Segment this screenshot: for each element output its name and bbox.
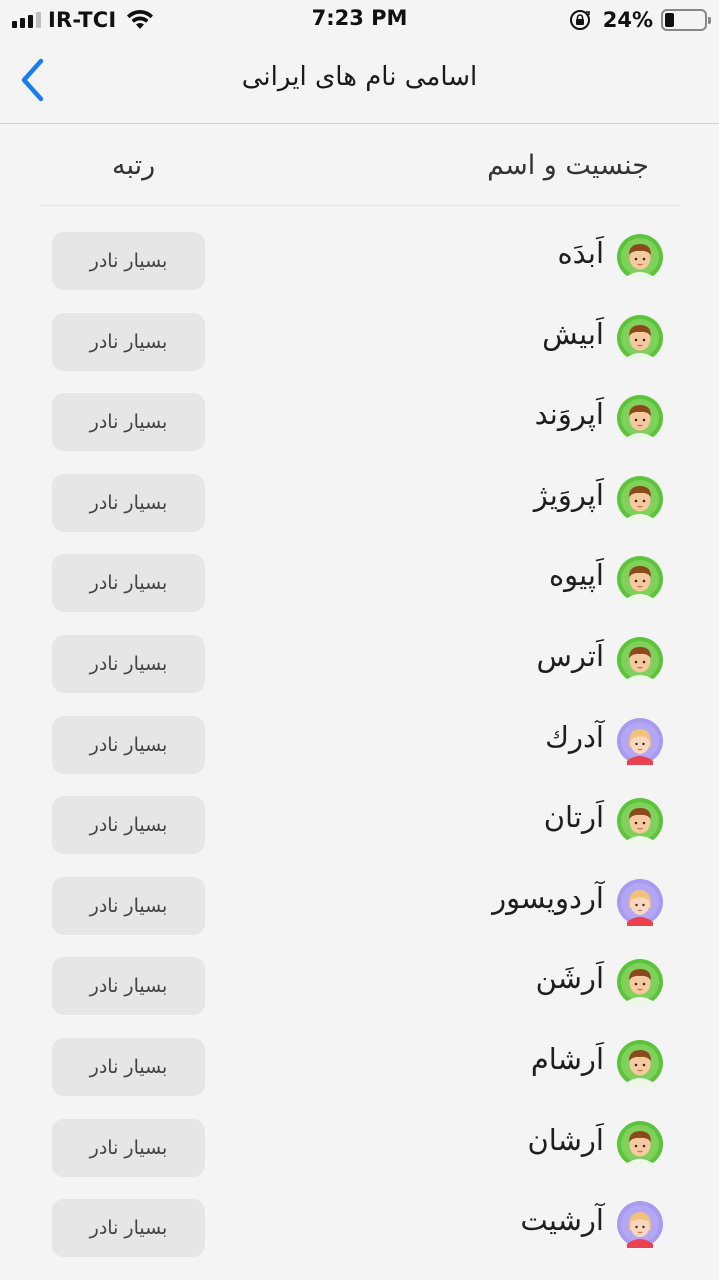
table-row[interactable]: بسیار نادر اَترس xyxy=(0,619,719,700)
person-name: اَرشام xyxy=(530,1041,604,1076)
rank-badge[interactable]: بسیار نادر xyxy=(52,232,205,290)
person-name: آدرك xyxy=(545,719,604,754)
rank-badge[interactable]: بسیار نادر xyxy=(52,1199,205,1258)
rank-badge[interactable]: بسیار نادر xyxy=(52,473,205,532)
rank-badge[interactable]: بسیار نادر xyxy=(52,554,205,613)
male-avatar-icon xyxy=(617,798,663,846)
male-avatar-icon xyxy=(617,556,663,604)
male-avatar-icon xyxy=(617,1039,663,1087)
table-row[interactable]: بسیار نادر اَرتان xyxy=(0,780,719,861)
table-row[interactable]: بسیار نادر آدرك xyxy=(0,700,719,781)
person-name: اَرشَن xyxy=(535,961,604,996)
table-row[interactable]: بسیار نادر آردویسور xyxy=(0,861,719,942)
female-avatar-icon xyxy=(617,1201,663,1249)
female-avatar-icon xyxy=(617,717,663,765)
male-avatar-icon xyxy=(617,636,663,684)
status-bar: IR-TCI 7:23 PM 24% xyxy=(0,0,719,40)
rank-badge[interactable]: بسیار نادر xyxy=(52,312,205,371)
person-name: اَپروَیژ xyxy=(533,477,604,512)
female-avatar-icon xyxy=(617,878,663,926)
male-avatar-icon xyxy=(617,959,663,1007)
table-row[interactable]: بسیار نادر اَبدَه xyxy=(0,216,719,297)
rank-badge[interactable]: بسیار نادر xyxy=(52,1118,205,1177)
column-header-rank: رتبه xyxy=(112,150,156,181)
table-row[interactable]: بسیار نادر اَرشام xyxy=(0,1022,719,1103)
rank-badge[interactable]: بسیار نادر xyxy=(52,1037,205,1096)
male-avatar-icon xyxy=(617,475,663,523)
status-right: 24% xyxy=(569,7,711,33)
person-name: اَبیش xyxy=(542,316,604,351)
male-avatar-icon xyxy=(617,1120,663,1168)
table-header: جنسیت و اسم رتبه xyxy=(40,124,679,206)
rank-badge[interactable]: بسیار نادر xyxy=(52,634,205,693)
navigation-bar: اسامی نام های ایرانی xyxy=(0,40,719,124)
battery-fill xyxy=(665,13,674,27)
table-row[interactable]: بسیار نادر اَپروَیژ xyxy=(0,458,719,539)
names-list: بسیار نادر اَبدَه بسیار نادر اَبیش بسیار… xyxy=(0,216,719,1264)
rank-badge[interactable]: بسیار نادر xyxy=(52,796,205,855)
battery-percent: 24% xyxy=(602,8,653,32)
person-name: اَرشان xyxy=(527,1122,605,1157)
person-name: اَپیوه xyxy=(548,558,604,593)
person-name: اَپروَند xyxy=(534,397,604,432)
rank-badge[interactable]: بسیار نادر xyxy=(52,876,205,935)
table-row[interactable]: بسیار نادر اَپیوه xyxy=(0,538,719,619)
male-avatar-icon xyxy=(617,234,663,281)
column-header-name: جنسیت و اسم xyxy=(487,150,649,181)
table-row[interactable]: بسیار نادر آرشیت xyxy=(0,1183,719,1264)
person-name: اَبدَه xyxy=(557,236,604,270)
male-avatar-icon xyxy=(617,314,663,362)
person-name: اَرتان xyxy=(543,800,604,835)
person-name: اَترس xyxy=(536,638,604,673)
rank-badge[interactable]: بسیار نادر xyxy=(52,957,205,1016)
male-avatar-icon xyxy=(617,395,663,443)
rank-badge[interactable]: بسیار نادر xyxy=(52,715,205,774)
person-name: آرشیت xyxy=(520,1203,604,1238)
rotation-lock-icon xyxy=(569,10,590,30)
table-row[interactable]: بسیار نادر اَرشان xyxy=(0,1103,719,1184)
rank-badge[interactable]: بسیار نادر xyxy=(52,393,205,452)
person-name: آردویسور xyxy=(492,880,604,915)
table-row[interactable]: بسیار نادر اَبیش xyxy=(0,297,719,378)
page-title: اسامی نام های ایرانی xyxy=(241,62,478,92)
battery-icon xyxy=(661,9,711,31)
table-row[interactable]: بسیار نادر اَپروَند xyxy=(0,377,719,458)
table-row[interactable]: بسیار نادر اَرشَن xyxy=(0,941,719,1022)
